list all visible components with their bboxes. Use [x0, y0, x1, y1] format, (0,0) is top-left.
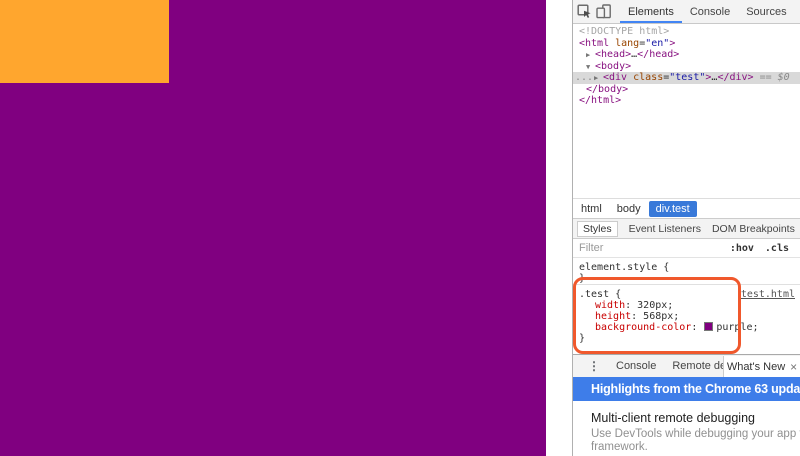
- drawer-tab-console[interactable]: Console: [616, 360, 656, 372]
- sidebar-tab-event-listeners[interactable]: Event Listeners: [629, 223, 701, 235]
- tree-row[interactable]: <!DOCTYPE html>: [573, 26, 800, 38]
- drawer-menu-icon[interactable]: ⋮: [588, 361, 600, 371]
- styles-sidebar-tab-bar: StylesEvent ListenersDOM BreakpointsProp…: [573, 219, 800, 239]
- tab-sources[interactable]: Sources: [738, 0, 794, 23]
- crumb-html[interactable]: html: [574, 201, 609, 217]
- drawer-tab-label: What's New: [727, 361, 785, 373]
- code-segment: <html: [579, 38, 615, 49]
- news-section-heading: Multi-client remote debugging: [591, 411, 800, 425]
- sidebar-tab-styles[interactable]: Styles: [577, 221, 618, 237]
- drawer-toolbar: ⋮ ConsoleRemote devices What's New×: [573, 354, 800, 377]
- news-body-text: Use DevTools while debugging your app fr…: [591, 428, 800, 453]
- filter-input[interactable]: Filter: [579, 242, 730, 254]
- crumb-div-test[interactable]: div.test: [649, 201, 697, 217]
- code-segment: "test": [669, 72, 705, 83]
- tab-network[interactable]: Network: [795, 0, 800, 23]
- devtools-tab-bar: ElementsConsoleSourcesNetwork: [620, 0, 800, 23]
- overflow-indicator: ...: [575, 72, 593, 84]
- annotation-highlight-rectangle: [573, 277, 741, 354]
- tree-row[interactable]: ▼<body>: [573, 61, 800, 73]
- code-segment: <body>: [595, 61, 631, 72]
- elements-tree: <!DOCTYPE html><html lang="en">▶<head>…<…: [573, 24, 800, 198]
- code-segment: lang: [615, 38, 639, 49]
- device-toolbar-icon[interactable]: [596, 2, 612, 21]
- code-segment: </body>: [586, 84, 628, 95]
- tree-row[interactable]: <html lang="en">: [573, 38, 800, 50]
- whats-new-content: Multi-client remote debugging Use DevToo…: [573, 401, 800, 456]
- stylesheet-source-link[interactable]: test.html: [741, 289, 795, 300]
- tab-console[interactable]: Console: [682, 0, 738, 23]
- devtools-panel: ElementsConsoleSourcesNetwork <!DOCTYPE …: [572, 0, 800, 456]
- code-segment: <div: [603, 72, 633, 83]
- code-segment: class: [633, 72, 663, 83]
- code-segment: </head>: [637, 49, 679, 60]
- hov-toggle-button[interactable]: :hov: [730, 243, 754, 254]
- breadcrumb: htmlbodydiv.test: [573, 198, 800, 219]
- whats-new-banner[interactable]: Highlights from the Chrome 63 update: [573, 377, 800, 401]
- tree-row[interactable]: ...▶<div class="test">…</div> == $0: [573, 72, 800, 84]
- tree-row[interactable]: </body>: [573, 84, 800, 96]
- sidebar-tab-dom-breakpoints[interactable]: DOM Breakpoints: [712, 223, 795, 235]
- code-segment: </div>: [717, 72, 753, 83]
- drawer-tab-what-s-new[interactable]: What's New ×: [723, 356, 800, 377]
- code-segment: >: [669, 38, 675, 49]
- devtools-main-toolbar: ElementsConsoleSourcesNetwork: [573, 0, 800, 24]
- code-segment: <!DOCTYPE html>: [579, 26, 669, 37]
- crumb-body[interactable]: body: [610, 201, 648, 217]
- code-segment: </html>: [579, 95, 621, 106]
- cls-toggle-button[interactable]: .cls: [765, 243, 789, 254]
- tree-row[interactable]: </html>: [573, 95, 800, 107]
- element-style-selector[interactable]: element.style {: [579, 262, 669, 273]
- code-segment: "en": [645, 38, 669, 49]
- code-segment: == $0: [754, 72, 790, 83]
- tab-elements[interactable]: Elements: [620, 0, 682, 23]
- inspect-element-icon[interactable]: [577, 2, 592, 21]
- page-orange-box: [0, 0, 169, 83]
- close-icon[interactable]: ×: [790, 360, 797, 374]
- tree-row[interactable]: ▶<head>…</head>: [573, 49, 800, 61]
- code-segment: <head>: [595, 49, 631, 60]
- styles-filter-bar: Filter :hov .cls: [573, 239, 800, 258]
- screenshot-root: ElementsConsoleSourcesNetwork <!DOCTYPE …: [0, 0, 800, 456]
